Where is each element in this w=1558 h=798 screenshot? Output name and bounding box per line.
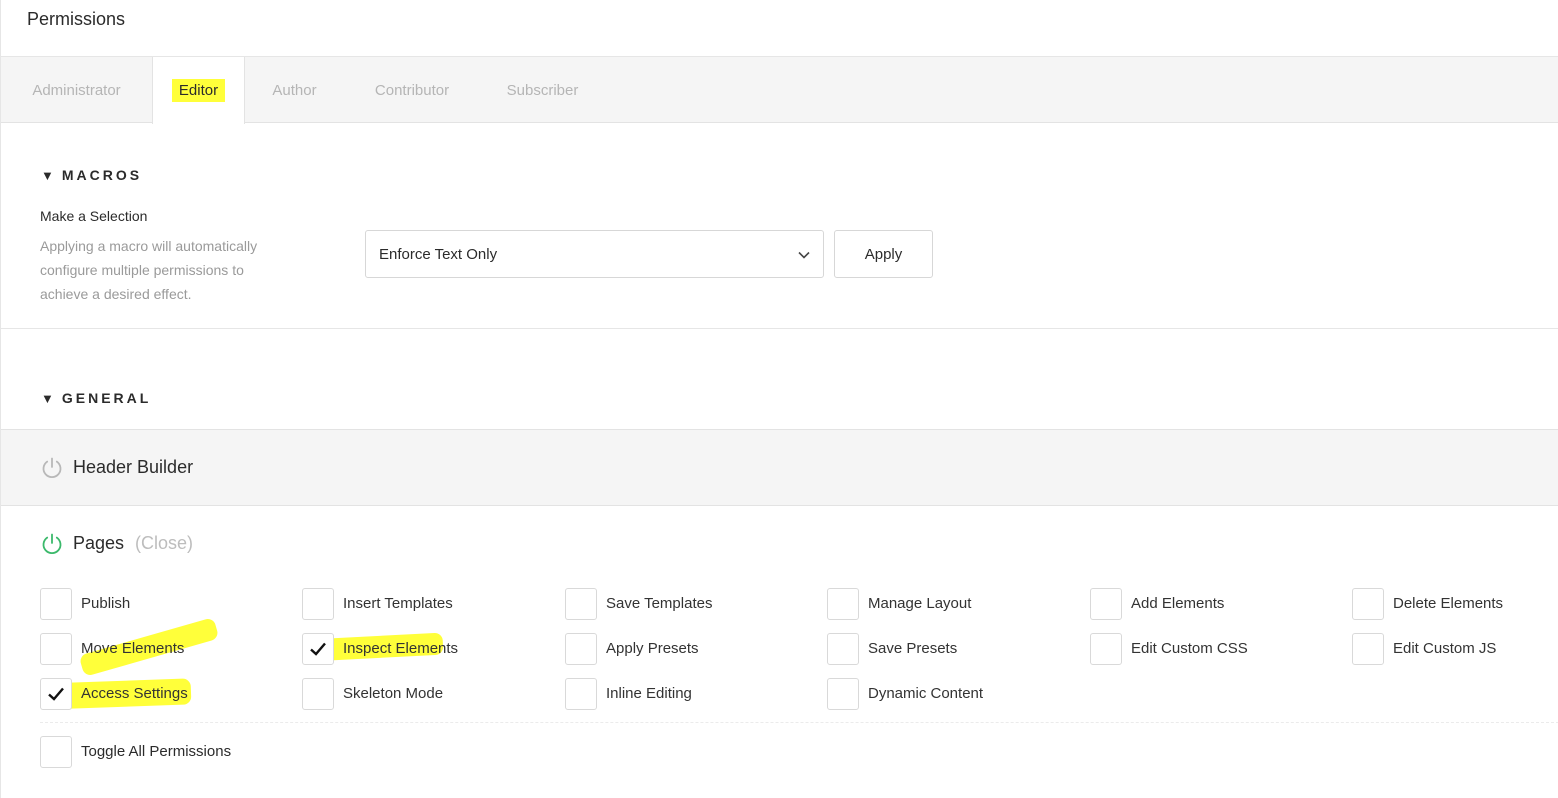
toggle-all-permissions[interactable]: Toggle All Permissions [40,736,270,768]
checkbox[interactable] [827,588,859,620]
page-title: Permissions [27,9,126,29]
tab-label: Editor [171,79,226,102]
tab-label: Administrator [32,82,121,99]
permission-item-move-elements[interactable]: Move Elements [40,633,260,665]
permission-label: Skeleton Mode [343,685,444,702]
permission-label: Move Elements [81,640,185,657]
tab-author[interactable]: Author [245,57,344,123]
collapse-triangle-icon: ▼ [41,168,54,183]
checkbox[interactable] [1352,633,1384,665]
checkbox[interactable] [1090,588,1122,620]
permission-item-save-templates[interactable]: Save Templates [565,588,785,620]
checkbox[interactable] [1352,588,1384,620]
header-builder-section[interactable]: Header Builder [1,429,1558,506]
permission-item-edit-custom-js[interactable]: Edit Custom JS [1352,633,1558,665]
checkbox[interactable] [1090,633,1122,665]
permission-item-save-presets[interactable]: Save Presets [827,633,1047,665]
permission-item-inline-editing[interactable]: Inline Editing [565,678,785,710]
tab-label: Author [272,82,317,99]
permission-label: Inline Editing [606,685,692,702]
permission-item-add-elements[interactable]: Add Elements [1090,588,1310,620]
permission-label: Apply Presets [606,640,699,657]
permission-label: Delete Elements [1393,595,1504,612]
checkbox[interactable] [302,678,334,710]
permission-item-delete-elements[interactable]: Delete Elements [1352,588,1558,620]
permission-label: Manage Layout [868,595,972,612]
tab-administrator[interactable]: Administrator [1,57,152,123]
general-heading-text: GENERAL [61,390,152,406]
macros-heading[interactable]: ▼ MACROS [41,167,142,183]
tab-contributor[interactable]: Contributor [344,57,480,123]
checkbox-checked[interactable] [40,678,72,710]
checkbox[interactable] [565,678,597,710]
macro-select-value: Enforce Text Only [379,246,498,263]
permission-label: Edit Custom CSS [1131,640,1248,657]
permission-item-edit-custom-css[interactable]: Edit Custom CSS [1090,633,1310,665]
permission-label: Access Settings [81,685,188,702]
checkmark-icon [310,642,326,656]
permission-label: Add Elements [1131,595,1225,612]
permission-label: Publish [81,595,131,612]
macro-selection-label: Make a Selection [40,208,148,224]
panel-header: Permissions [1,0,1558,57]
power-on-icon[interactable] [40,532,64,556]
permission-label: Save Presets [868,640,958,657]
checkbox[interactable] [40,633,72,665]
tab-label: Subscriber [506,82,579,99]
role-tabs: Administrator Editor Author Contributor … [1,57,1558,124]
tab-editor[interactable]: Editor [152,57,245,124]
checkbox-checked[interactable] [302,633,334,665]
permission-label: Edit Custom JS [1393,640,1497,657]
checkmark-icon [48,687,64,701]
power-off-icon[interactable] [40,456,64,480]
macro-description: Applying a macro will automatically conf… [40,238,258,302]
permission-label: Inspect Elements [343,640,459,657]
macro-select[interactable]: Enforce Text Only [365,230,824,278]
permission-item-skeleton-mode[interactable]: Skeleton Mode [302,678,522,710]
permission-label: Dynamic Content [868,685,984,702]
section-divider [1,328,1558,329]
checkbox[interactable] [827,633,859,665]
permission-item-publish[interactable]: Publish [40,588,260,620]
checkbox[interactable] [565,588,597,620]
apply-macro-button[interactable]: Apply [834,230,933,278]
permission-item-dynamic-content[interactable]: Dynamic Content [827,678,1047,710]
general-heading[interactable]: ▼ GENERAL [41,390,151,406]
pages-section-header: Pages (Close) [1,530,1558,560]
tab-label: Contributor [374,82,450,99]
permissions-divider [40,722,1558,723]
tab-subscriber[interactable]: Subscriber [480,57,605,123]
checkbox[interactable] [565,633,597,665]
toggle-all-label: Toggle All Permissions [81,743,232,760]
permission-item-inspect-elements[interactable]: Inspect Elements [302,633,522,665]
checkbox[interactable] [40,588,72,620]
pages-close-link[interactable]: (Close) [135,533,193,554]
permission-item-apply-presets[interactable]: Apply Presets [565,633,785,665]
permission-label: Insert Templates [343,595,453,612]
permission-label: Save Templates [606,595,713,612]
permission-item-access-settings[interactable]: Access Settings [40,678,260,710]
permission-item-manage-layout[interactable]: Manage Layout [827,588,1047,620]
header-builder-label: Header Builder [73,457,194,477]
macros-heading-text: MACROS [61,167,143,183]
checkbox[interactable] [40,736,72,768]
checkbox[interactable] [302,588,334,620]
checkbox[interactable] [827,678,859,710]
permissions-panel: Permissions Administrator Editor Author … [0,0,1558,798]
collapse-triangle-icon: ▼ [41,391,54,406]
pages-label: Pages [73,533,125,553]
chevron-down-icon [798,251,810,259]
permission-item-insert-templates[interactable]: Insert Templates [302,588,522,620]
